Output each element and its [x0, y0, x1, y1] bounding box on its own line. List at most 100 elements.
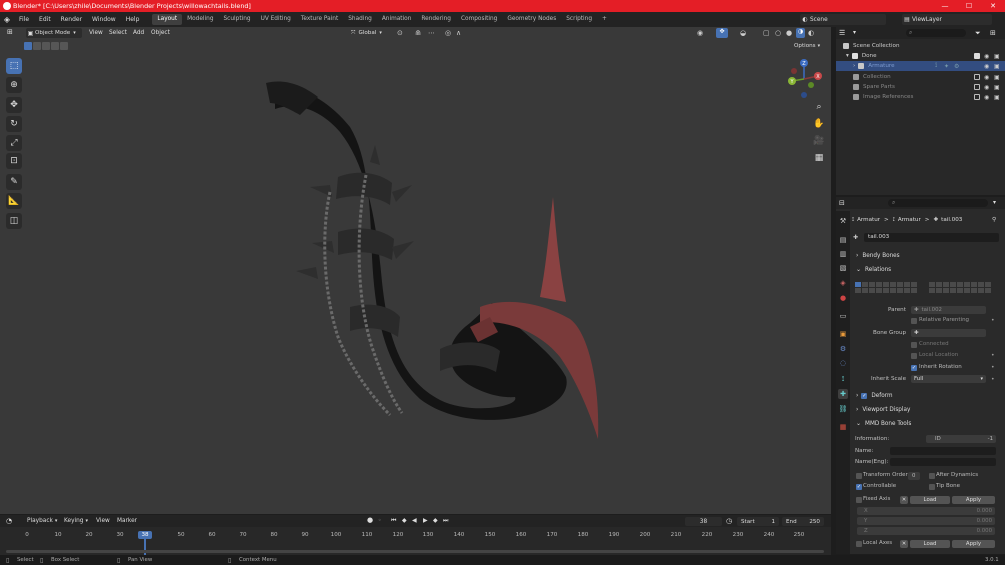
playback-menu[interactable]: Playback ▾: [27, 518, 57, 524]
annotate-tool-icon[interactable]: ✎: [6, 174, 22, 190]
bone-name-input[interactable]: tail.003: [864, 233, 999, 242]
fixed-axis-checkbox[interactable]: [856, 497, 862, 503]
prev-keyframe-icon[interactable]: ◆: [402, 517, 407, 524]
material-shading-icon[interactable]: ◑: [796, 28, 805, 38]
current-frame-field[interactable]: 38: [685, 517, 722, 526]
editor-type-icon[interactable]: ⊞: [7, 28, 13, 36]
texture-tab-icon[interactable]: ▦: [838, 422, 848, 432]
view-layer-selector[interactable]: ▤ ViewLayer: [902, 14, 992, 25]
timeline-scrollbar[interactable]: [6, 550, 824, 553]
add-menu[interactable]: Add: [133, 30, 144, 36]
rendered-shading-icon[interactable]: ◐: [808, 29, 814, 37]
world-tab-icon[interactable]: ●: [838, 293, 848, 303]
select-invert-icon[interactable]: [51, 42, 59, 50]
measure-tool-icon[interactable]: 📐: [6, 193, 22, 209]
pin-icon[interactable]: ⚲: [992, 217, 996, 223]
scene-selector[interactable]: ◐ Scene: [800, 14, 886, 25]
tool-tab-icon[interactable]: ⚒: [838, 216, 848, 226]
view-layer-tab-icon[interactable]: ▧: [838, 263, 848, 273]
marker-menu[interactable]: Marker: [117, 518, 137, 524]
deform-panel[interactable]: › ✓ Deform: [851, 390, 1005, 401]
select-subtract-icon[interactable]: [42, 42, 50, 50]
outliner-row-done[interactable]: ▾ Done ◉ ▣: [836, 51, 1005, 61]
proportional-edit-icon[interactable]: ◎: [445, 29, 451, 37]
minimize-button[interactable]: —: [933, 0, 957, 12]
select-menu[interactable]: Select: [109, 30, 127, 36]
maximize-button[interactable]: ☐: [957, 0, 981, 12]
chevron-down-icon[interactable]: ▾: [993, 199, 996, 206]
eye-icon[interactable]: ◉: [984, 94, 989, 101]
fixed-axis-clear-button[interactable]: ✕: [900, 496, 908, 504]
bone-constraint-tab-icon[interactable]: ⛓: [838, 404, 848, 414]
editor-type-icon[interactable]: ☰: [839, 29, 845, 37]
relations-panel[interactable]: ⌄ Relations: [851, 264, 1005, 275]
eye-icon[interactable]: ◉: [984, 84, 989, 91]
object-data-tab-icon[interactable]: ⟟: [838, 374, 848, 384]
menu-window[interactable]: Window: [87, 16, 121, 23]
fixed-axis-apply-button[interactable]: Apply: [952, 496, 995, 504]
3d-viewport[interactable]: ⊞ ▣ Object Mode ▾ View Select Add Object…: [0, 27, 831, 514]
mmd-name-input[interactable]: [890, 447, 996, 455]
deform-checkbox[interactable]: ✓: [861, 392, 868, 399]
connected-checkbox[interactable]: [911, 342, 917, 348]
inherit-rotation-checkbox[interactable]: ✓: [911, 365, 917, 371]
filter-icon[interactable]: ⏷: [975, 29, 981, 38]
outliner-row-armature[interactable]: › Armature ⟟ ✦ ⚙ ◉ ▣: [836, 61, 1005, 71]
menu-render[interactable]: Render: [56, 16, 87, 23]
bone-layers-grid[interactable]: [855, 282, 998, 294]
outliner-row-spare-parts[interactable]: Spare Parts ◉ ▣: [836, 82, 1005, 92]
local-location-checkbox[interactable]: [911, 353, 917, 359]
tab-shading[interactable]: Shading: [343, 14, 377, 25]
tail-model[interactable]: [0, 27, 831, 514]
select-extend-icon[interactable]: [33, 42, 41, 50]
mmd-bone-tools-panel[interactable]: ⌄ MMD Bone Tools: [851, 418, 1005, 429]
play-reverse-icon[interactable]: ◀: [412, 517, 417, 524]
visibility-icon[interactable]: ◉: [697, 29, 703, 37]
tab-uv-editing[interactable]: UV Editing: [256, 14, 296, 25]
tab-layout[interactable]: Layout: [152, 14, 183, 25]
transform-orientation-dropdown[interactable]: ⤧ Global ▾: [351, 28, 391, 38]
object-tab-icon[interactable]: ▣: [838, 329, 848, 339]
bone-id-field[interactable]: ID -1: [926, 435, 996, 443]
end-frame-field[interactable]: End 250: [782, 517, 824, 526]
fixed-axis-load-button[interactable]: Load: [910, 496, 950, 504]
ortho-grid-icon[interactable]: ▦: [812, 151, 826, 165]
menu-file[interactable]: File: [14, 16, 34, 23]
tab-scripting[interactable]: Scripting: [561, 14, 597, 25]
include-checkbox[interactable]: [974, 94, 980, 100]
eye-icon[interactable]: ◉: [984, 53, 989, 60]
pan-hand-icon[interactable]: ✋: [812, 117, 826, 131]
local-axes-apply-button[interactable]: Apply: [952, 540, 995, 548]
outliner-search-input[interactable]: [906, 29, 966, 37]
zoom-icon[interactable]: ⌕: [812, 100, 826, 114]
jump-start-icon[interactable]: ⏮: [391, 517, 396, 525]
keying-set-icon[interactable]: ◦: [378, 517, 382, 524]
local-axes-load-button[interactable]: Load: [910, 540, 950, 548]
clock-icon[interactable]: ◷: [726, 517, 732, 525]
new-collection-icon[interactable]: ⊞: [990, 29, 996, 37]
collection-tab-icon[interactable]: ▭: [838, 311, 848, 321]
select-box-tool-icon[interactable]: ⬚: [6, 58, 22, 74]
scene-tab-icon[interactable]: ◈: [838, 278, 848, 288]
object-mode-dropdown[interactable]: ▣ Object Mode ▾: [26, 28, 82, 38]
properties-search-input[interactable]: [888, 199, 988, 207]
after-dynamics-checkbox[interactable]: [929, 473, 935, 479]
bone-tab-icon[interactable]: ✚: [838, 389, 848, 399]
output-tab-icon[interactable]: ▥: [838, 249, 848, 259]
record-button-icon[interactable]: ●: [367, 516, 373, 524]
outliner-row-scene-collection[interactable]: Scene Collection: [836, 41, 1005, 51]
local-axes-checkbox[interactable]: [856, 541, 862, 547]
mmd-name-eng-input[interactable]: [890, 458, 996, 466]
tab-texture-paint[interactable]: Texture Paint: [296, 14, 343, 25]
viewport-display-panel[interactable]: › Viewport Display: [851, 404, 1005, 415]
keyframe-dot-icon[interactable]: •: [991, 376, 995, 383]
inherit-scale-dropdown[interactable]: Full ▾: [911, 375, 986, 383]
overlays-icon[interactable]: ◒: [740, 29, 746, 37]
camera-icon[interactable]: ▣: [994, 74, 1000, 81]
keyframe-dot-icon[interactable]: •: [991, 352, 995, 359]
expand-arrow-icon[interactable]: ›: [853, 63, 855, 69]
camera-icon[interactable]: ▣: [994, 94, 1000, 101]
tab-geometry-nodes[interactable]: Geometry Nodes: [502, 14, 561, 25]
start-frame-field[interactable]: Start 1: [737, 517, 779, 526]
outliner-row-collection[interactable]: Collection ◉ ▣: [836, 72, 1005, 82]
